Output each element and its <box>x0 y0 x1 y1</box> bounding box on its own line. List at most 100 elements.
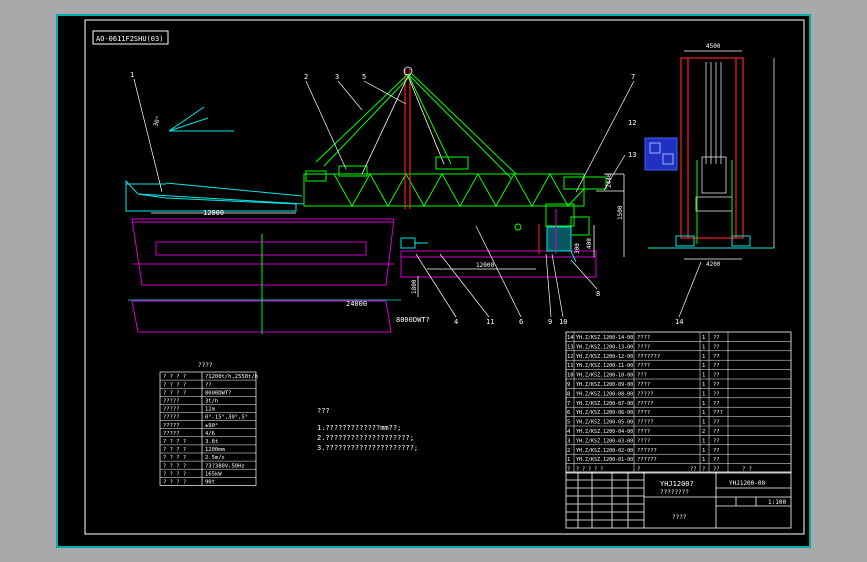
machinery <box>435 156 590 236</box>
param-value: 0°-15°,30°,5° <box>205 415 248 421</box>
params-table: ? ? ? ? ?1200t/h,2550t/h ? ? ? ??? ? ? ? ? 8… <box>159 371 258 486</box>
callout-13: 13 <box>628 151 636 159</box>
part-name: ???? <box>637 382 650 388</box>
dim-rail: 12000 <box>476 262 494 269</box>
param-value: 4/6 <box>205 431 215 437</box>
part-material: ?? <box>713 354 720 360</box>
part-material: ?? <box>713 438 720 444</box>
callout-3: 3 <box>335 73 339 81</box>
part-qty: 1 <box>702 335 705 341</box>
part-name: ???? <box>637 335 650 341</box>
part-code: YH.Z/KSZ.1200-10-00 <box>576 373 633 379</box>
param-value: ?1200t/h,2550t/h <box>205 374 258 380</box>
part-code: YH.Z/KSZ.1200-13-00 <box>576 344 633 350</box>
part-material: ?? <box>713 429 720 435</box>
part-qty: 1 <box>702 457 705 463</box>
part-code: YH.Z/KSZ.1200-11-00 <box>576 363 633 369</box>
part-name: ???? <box>637 438 650 444</box>
param-value: 1200mm <box>205 447 226 453</box>
part-name: ??????? <box>637 354 660 360</box>
param-key: ? ? ? ? <box>163 374 186 380</box>
part-qty: 1 <box>702 363 705 369</box>
mast <box>404 69 411 209</box>
part-no: 10 <box>567 373 574 379</box>
part-no: 5 <box>567 420 570 426</box>
part-code: YH.Z/KSZ.1200-07-00 <box>576 401 633 407</box>
title-name: YHJ1200? <box>660 480 694 488</box>
dim-end-bottom: 4200 <box>706 261 721 268</box>
param-value: 8000DWT? <box>205 390 232 396</box>
part-qty: 1 <box>702 401 705 407</box>
dim-hull: 24000 <box>346 300 367 308</box>
part-no: 12 <box>567 354 574 360</box>
param-key: ? ? ? ? <box>163 471 186 477</box>
scale: 1:100 <box>768 499 786 506</box>
part-no: 3 <box>567 438 570 444</box>
part-name: ???? <box>637 410 650 416</box>
part-code: YH.Z/KSZ.1200-09-00 <box>576 382 633 388</box>
part-no: 4 <box>567 429 571 435</box>
part-name: ??? <box>637 373 647 379</box>
dim-300: 300 <box>574 243 581 254</box>
motor-block <box>644 137 678 171</box>
part-name: ?????? <box>637 448 657 454</box>
part-no: 11 <box>567 363 574 369</box>
part-material: ?? <box>713 335 720 341</box>
base-pontoon <box>400 250 597 278</box>
part-code: YH.Z/KSZ.1200-04-00 <box>576 429 633 435</box>
part-code: YH.Z/KSZ.1200-03-00 <box>576 438 633 444</box>
part-name: ????? <box>637 391 654 397</box>
part-material: ?? <box>713 457 720 463</box>
angle-label: 30° <box>152 115 162 128</box>
param-key: ? ? ? ? <box>163 382 186 388</box>
dim-1500: 1500 <box>617 205 624 220</box>
company: ???? <box>672 514 687 521</box>
part-name: ?????? <box>637 457 657 463</box>
part-code: YH.Z/KSZ.1200-02-00 <box>576 448 633 454</box>
part-qty: 1 <box>702 420 705 426</box>
part-name: ???? <box>637 429 650 435</box>
param-value: 90t <box>205 480 215 486</box>
main-truss <box>303 165 607 208</box>
part-material: ?? <box>713 420 720 426</box>
param-key: ? ? ? ? <box>163 447 186 453</box>
end-view-cables <box>695 62 733 212</box>
note-line-2: 2.????????????????????; <box>317 434 414 442</box>
param-value: ±90° <box>205 423 218 429</box>
note-line-1: 1.?????????????mm??; <box>317 424 401 432</box>
callout-1: 1 <box>130 71 134 79</box>
param-key: ? ? ? ? <box>163 390 186 396</box>
params-title: ???? <box>198 362 213 369</box>
param-key: ????? <box>163 423 180 429</box>
note-line-3: 3.?????????????????????; <box>317 444 418 452</box>
part-code: YH.Z/KSZ.1200-05-00 <box>576 420 633 426</box>
part-material: ?? <box>713 448 720 454</box>
part-no: 7 <box>567 401 570 407</box>
param-key: ? ? ? ? <box>163 463 186 469</box>
param-value: 2.5m/s <box>205 455 225 461</box>
param-value: ?3?380V,50Hz <box>205 463 245 469</box>
conveyor-boom <box>125 179 305 212</box>
part-material: ?? <box>713 373 720 379</box>
drawing-sheet: AO-0611F2SHU(03) 30° 12000 24000 12000 2… <box>56 14 811 548</box>
dim-1800: 1800 <box>411 279 418 294</box>
part-material: ?? <box>713 363 720 369</box>
title-sub: ???????? <box>660 489 689 496</box>
param-key: ????? <box>163 399 180 405</box>
part-no: 9 <box>567 382 570 388</box>
param-key: ????? <box>163 407 180 413</box>
dim-lines-right <box>417 173 625 297</box>
boom-stays <box>315 73 517 179</box>
part-no: 8 <box>567 391 570 397</box>
part-name: ????? <box>637 401 654 407</box>
callout-11: 11 <box>486 318 494 326</box>
part-name: ????? <box>637 420 654 426</box>
part-qty: 1 <box>702 410 705 416</box>
part-no: 13 <box>567 344 574 350</box>
cad-drawing: AO-0611F2SHU(03) 30° 12000 24000 12000 2… <box>56 14 811 548</box>
part-no: 14 <box>567 335 574 341</box>
part-qty: 2 <box>702 429 705 435</box>
part-material: ?? <box>713 391 720 397</box>
param-value: 3t/h <box>205 399 218 405</box>
dim-400: 400 <box>586 238 593 249</box>
